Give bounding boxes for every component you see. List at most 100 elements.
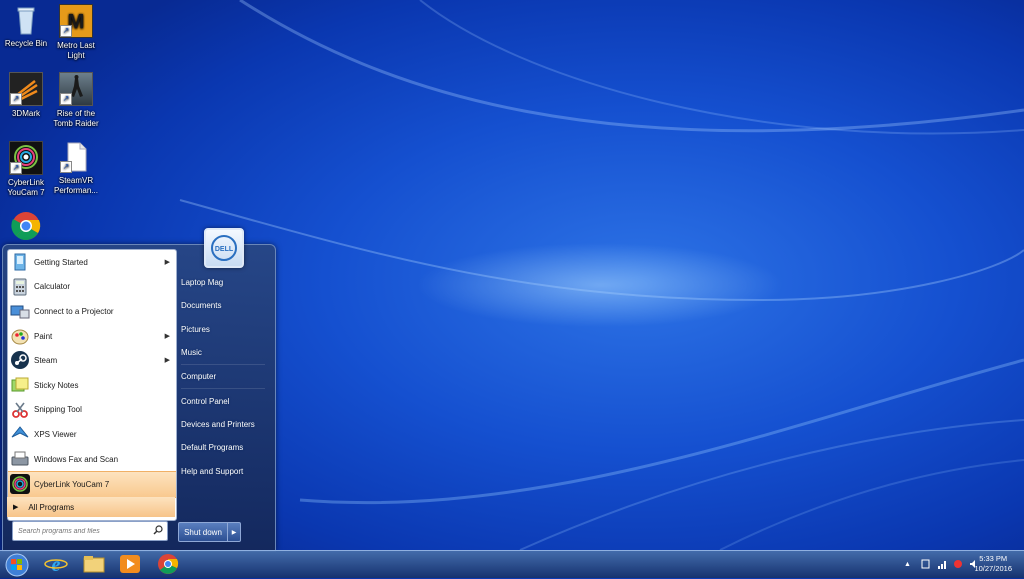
xps-viewer-icon — [10, 424, 30, 444]
place-devices-printers[interactable]: Devices and Printers — [175, 413, 271, 436]
calculator-icon — [10, 277, 30, 297]
getting-started-icon — [10, 252, 30, 272]
place-label: Default Programs — [181, 443, 244, 453]
shortcut-arrow-icon: ↗ — [60, 25, 72, 37]
submenu-arrow-icon: ▶ — [164, 259, 170, 266]
desktop-icon-label: Rise of the Tomb Raider — [53, 109, 99, 128]
clock-time: 5:33 PM — [979, 554, 1008, 563]
action-center-icon[interactable] — [921, 559, 931, 571]
program-label: CyberLink YouCam 7 — [34, 480, 110, 490]
all-programs-button[interactable]: ▶ All Programs — [7, 497, 175, 517]
internet-explorer-icon[interactable]: e — [44, 553, 68, 576]
program-paint[interactable]: Paint ▶ — [8, 324, 176, 349]
show-hidden-icons-icon[interactable]: ▲ — [904, 561, 911, 568]
program-youcam[interactable]: CyberLink YouCam 7 — [8, 471, 176, 498]
all-programs-label: All Programs — [28, 502, 75, 512]
user-picture[interactable]: DELL — [204, 228, 244, 268]
youcam-icon: ↗ — [9, 141, 43, 175]
program-getting-started[interactable]: Getting Started ▶ — [8, 250, 176, 275]
network-icon[interactable] — [937, 559, 947, 571]
desktop-icon-youcam[interactable]: ↗ CyberLink YouCam 7 — [0, 141, 52, 198]
search-icon[interactable] — [153, 525, 163, 537]
projector-icon — [10, 301, 30, 321]
shortcut-arrow-icon: ↗ — [10, 93, 22, 105]
program-label: Snipping Tool — [34, 405, 82, 415]
desktop-icon-3dmark[interactable]: ↗ 3DMark — [0, 72, 52, 119]
3dmark-icon: ↗ — [9, 72, 43, 106]
place-label: Devices and Printers — [181, 419, 255, 429]
place-label: Control Panel — [181, 396, 230, 406]
desktop-icon-label: Metro Last Light — [57, 41, 95, 60]
program-label: Calculator — [34, 282, 71, 292]
submenu-arrow-icon: ▶ — [164, 357, 170, 365]
shutdown-button[interactable]: Shut down — [178, 522, 228, 542]
user-picture-text: DELL — [215, 246, 234, 253]
steam-icon — [10, 350, 30, 370]
desktop-icon-label: SteamVR Performan... — [53, 176, 98, 195]
media-player-icon[interactable] — [118, 553, 142, 575]
place-control-panel[interactable]: Control Panel — [175, 389, 271, 412]
dell-logo-icon: DELL — [211, 235, 237, 261]
clock[interactable]: 5:33 PM 10/27/2016 — [974, 554, 1012, 574]
snipping-tool-icon — [10, 400, 30, 420]
desktop-icon-chrome[interactable] — [0, 210, 52, 245]
paint-icon — [10, 326, 30, 346]
place-documents[interactable]: Documents — [175, 294, 271, 317]
program-sticky-notes[interactable]: Sticky Notes — [8, 373, 176, 398]
place-music[interactable]: Music — [175, 341, 271, 364]
chrome-icon[interactable] — [156, 553, 180, 575]
metro-last-light-icon: M ↗ — [59, 4, 93, 38]
program-steam[interactable]: Steam ▶ — [8, 348, 176, 373]
chrome-icon — [10, 210, 42, 242]
taskbar: e ▲ 5:33 PM 10/27/2016 — [0, 550, 1024, 578]
fax-scan-icon — [10, 449, 30, 469]
place-label: Music — [181, 348, 202, 358]
desktop-icon-label: 3DMark — [11, 109, 40, 118]
place-label: Laptop Mag — [181, 278, 224, 288]
desktop-icon-steamvr[interactable]: ↗ SteamVR Performan... — [50, 141, 102, 196]
program-snipping-tool[interactable]: Snipping Tool — [8, 398, 176, 423]
desktop-icon-label: CyberLink YouCam 7 — [7, 178, 45, 197]
program-calculator[interactable]: Calculator — [8, 275, 176, 300]
shortcut-arrow-icon: ↗ — [60, 161, 72, 173]
shortcut-arrow-icon: ↗ — [60, 93, 72, 105]
search-input[interactable] — [13, 522, 148, 540]
program-label: Windows Fax and Scan — [34, 454, 119, 464]
power-icon[interactable] — [953, 559, 963, 571]
place-help-support[interactable]: Help and Support — [175, 459, 271, 482]
tomb-raider-icon: ↗ — [59, 72, 93, 106]
file-explorer-icon[interactable] — [82, 553, 106, 575]
youcam-icon — [10, 474, 30, 495]
program-label: Connect to a Projector — [34, 306, 114, 316]
steamvr-file-icon: ↗ — [60, 141, 92, 173]
place-label: Computer — [181, 372, 217, 382]
desktop-icon-recycle-bin[interactable]: Recycle Bin — [0, 4, 52, 49]
shutdown-options-button[interactable]: ▶ — [227, 522, 241, 542]
place-label: Pictures — [181, 324, 210, 334]
shortcut-arrow-icon: ↗ — [10, 162, 22, 174]
program-label: Paint — [34, 331, 53, 341]
chevron-right-icon: ▶ — [231, 529, 237, 536]
system-tray: ▲ — [904, 551, 979, 578]
clock-date: 10/27/2016 — [974, 564, 1012, 573]
sticky-notes-icon — [10, 375, 30, 395]
start-menu-programs-pane: Getting Started ▶ Calculator Connect to … — [7, 249, 177, 521]
program-label: Sticky Notes — [34, 380, 79, 390]
place-label: Help and Support — [181, 466, 244, 476]
desktop-icon-metro-last-light[interactable]: M ↗ Metro Last Light — [50, 4, 102, 61]
start-orb-icon[interactable] — [4, 553, 30, 577]
place-laptop-mag[interactable]: Laptop Mag — [175, 271, 271, 294]
program-fax-scan[interactable]: Windows Fax and Scan — [8, 447, 176, 472]
desktop-icon-label: Recycle Bin — [4, 39, 48, 48]
place-pictures[interactable]: Pictures — [175, 318, 271, 341]
submenu-arrow-icon: ▶ — [164, 332, 170, 340]
expand-arrow-icon: ▶ — [13, 504, 19, 511]
place-computer[interactable]: Computer — [175, 365, 271, 388]
program-connect-projector[interactable]: Connect to a Projector — [8, 299, 176, 324]
search-box[interactable] — [12, 521, 168, 541]
place-default-programs[interactable]: Default Programs — [175, 436, 271, 459]
program-label: XPS Viewer — [34, 429, 77, 439]
recycle-bin-icon — [10, 4, 42, 36]
program-xps-viewer[interactable]: XPS Viewer — [8, 422, 176, 447]
desktop-icon-tomb-raider[interactable]: ↗ Rise of the Tomb Raider — [50, 72, 102, 129]
